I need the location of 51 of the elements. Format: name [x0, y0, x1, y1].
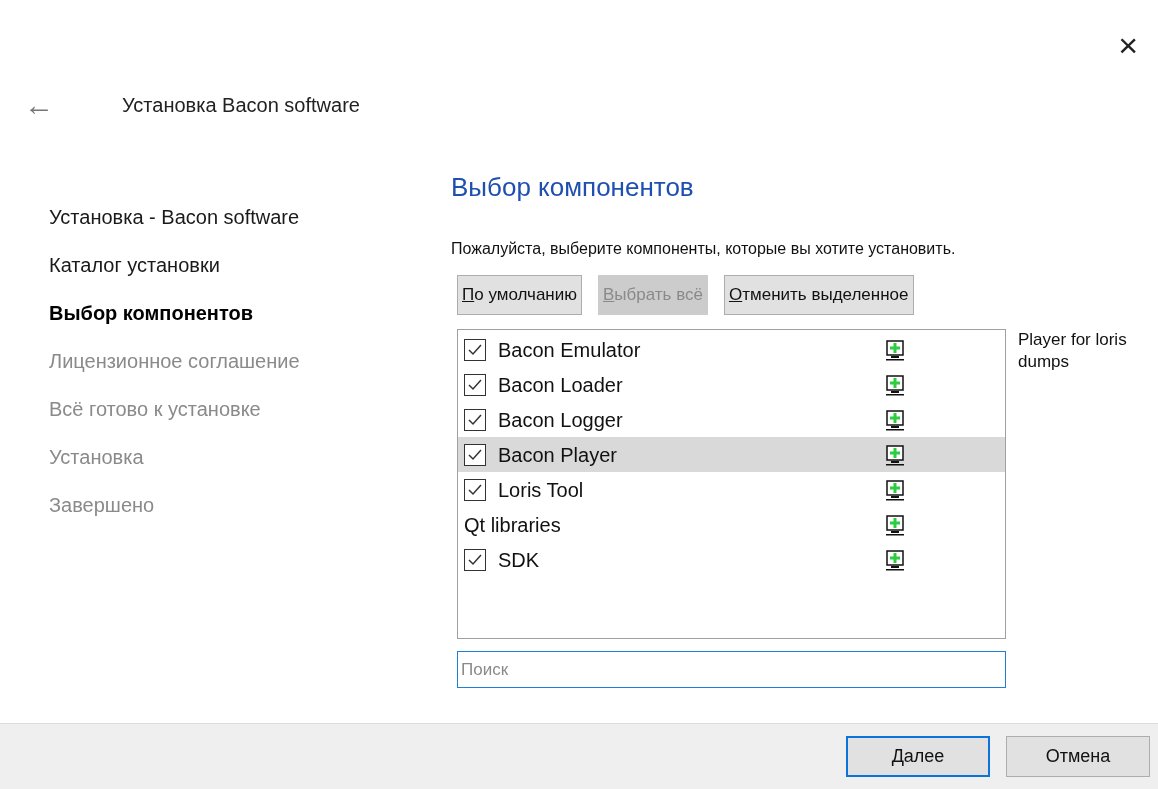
footer-button[interactable]: Отмена	[1006, 736, 1150, 777]
checkbox[interactable]	[464, 548, 486, 571]
install-icon	[885, 513, 905, 536]
wizard-step: Установка	[49, 444, 451, 470]
wizard-step: Каталог установки	[49, 252, 451, 278]
checkbox[interactable]	[464, 408, 486, 431]
close-button[interactable]: ×	[1110, 4, 1146, 85]
checkbox[interactable]	[464, 338, 486, 361]
check-icon	[467, 342, 483, 357]
page-description: Пожалуйста, выберите компоненты, которые вы хотите установить.	[451, 239, 957, 259]
footer-button[interactable]: Далее	[846, 736, 990, 777]
check-icon	[467, 447, 483, 462]
wizard-step: Завершено	[49, 492, 451, 518]
install-icon	[885, 373, 905, 396]
check-icon	[467, 482, 483, 497]
component-name: Bacon Logger	[498, 407, 624, 433]
component-name: Bacon Emulator	[498, 337, 642, 363]
checkbox[interactable]	[464, 443, 486, 466]
component-name: Loris Tool	[498, 477, 585, 503]
component-description: Player for loris dumps	[1018, 329, 1128, 373]
component-row[interactable]: Bacon Player	[458, 437, 1005, 472]
wizard-step: Лицензионное соглашение	[49, 348, 451, 374]
wizard-step: Выбор компонентов	[49, 300, 451, 326]
action-button[interactable]: Отменить выделенное	[723, 275, 914, 315]
check-icon	[467, 412, 483, 427]
component-row[interactable]: Bacon Emulator	[458, 332, 1005, 367]
install-icon	[885, 408, 905, 431]
component-row[interactable]: Bacon Logger	[458, 402, 1005, 437]
check-icon	[467, 552, 483, 567]
search-field[interactable]: Поиск	[457, 651, 1006, 688]
check-icon	[467, 377, 483, 392]
install-icon	[885, 338, 905, 361]
component-name: Qt libraries	[464, 512, 562, 538]
action-button[interactable]: По умолчанию	[457, 275, 582, 315]
component-row[interactable]: Bacon Loader	[458, 367, 1005, 402]
install-icon	[885, 443, 905, 466]
component-name: SDK	[498, 547, 541, 573]
component-row[interactable]: Qt libraries	[458, 507, 1005, 542]
wizard-step: Всё готово к установке	[49, 396, 451, 422]
checkbox[interactable]	[464, 478, 486, 501]
page-heading: Выбор компонентов	[451, 171, 695, 203]
component-row[interactable]: Loris Tool	[458, 472, 1005, 507]
back-button[interactable]: ←	[22, 90, 56, 120]
window-title: Установка Bacon software	[122, 93, 360, 118]
wizard-step: Установка - Bacon software	[49, 204, 451, 230]
component-row[interactable]: SDK	[458, 542, 1005, 577]
checkbox[interactable]	[464, 373, 486, 396]
install-icon	[885, 548, 905, 571]
component-name: Bacon Player	[498, 442, 618, 468]
component-name: Bacon Loader	[498, 372, 624, 398]
install-icon	[885, 478, 905, 501]
